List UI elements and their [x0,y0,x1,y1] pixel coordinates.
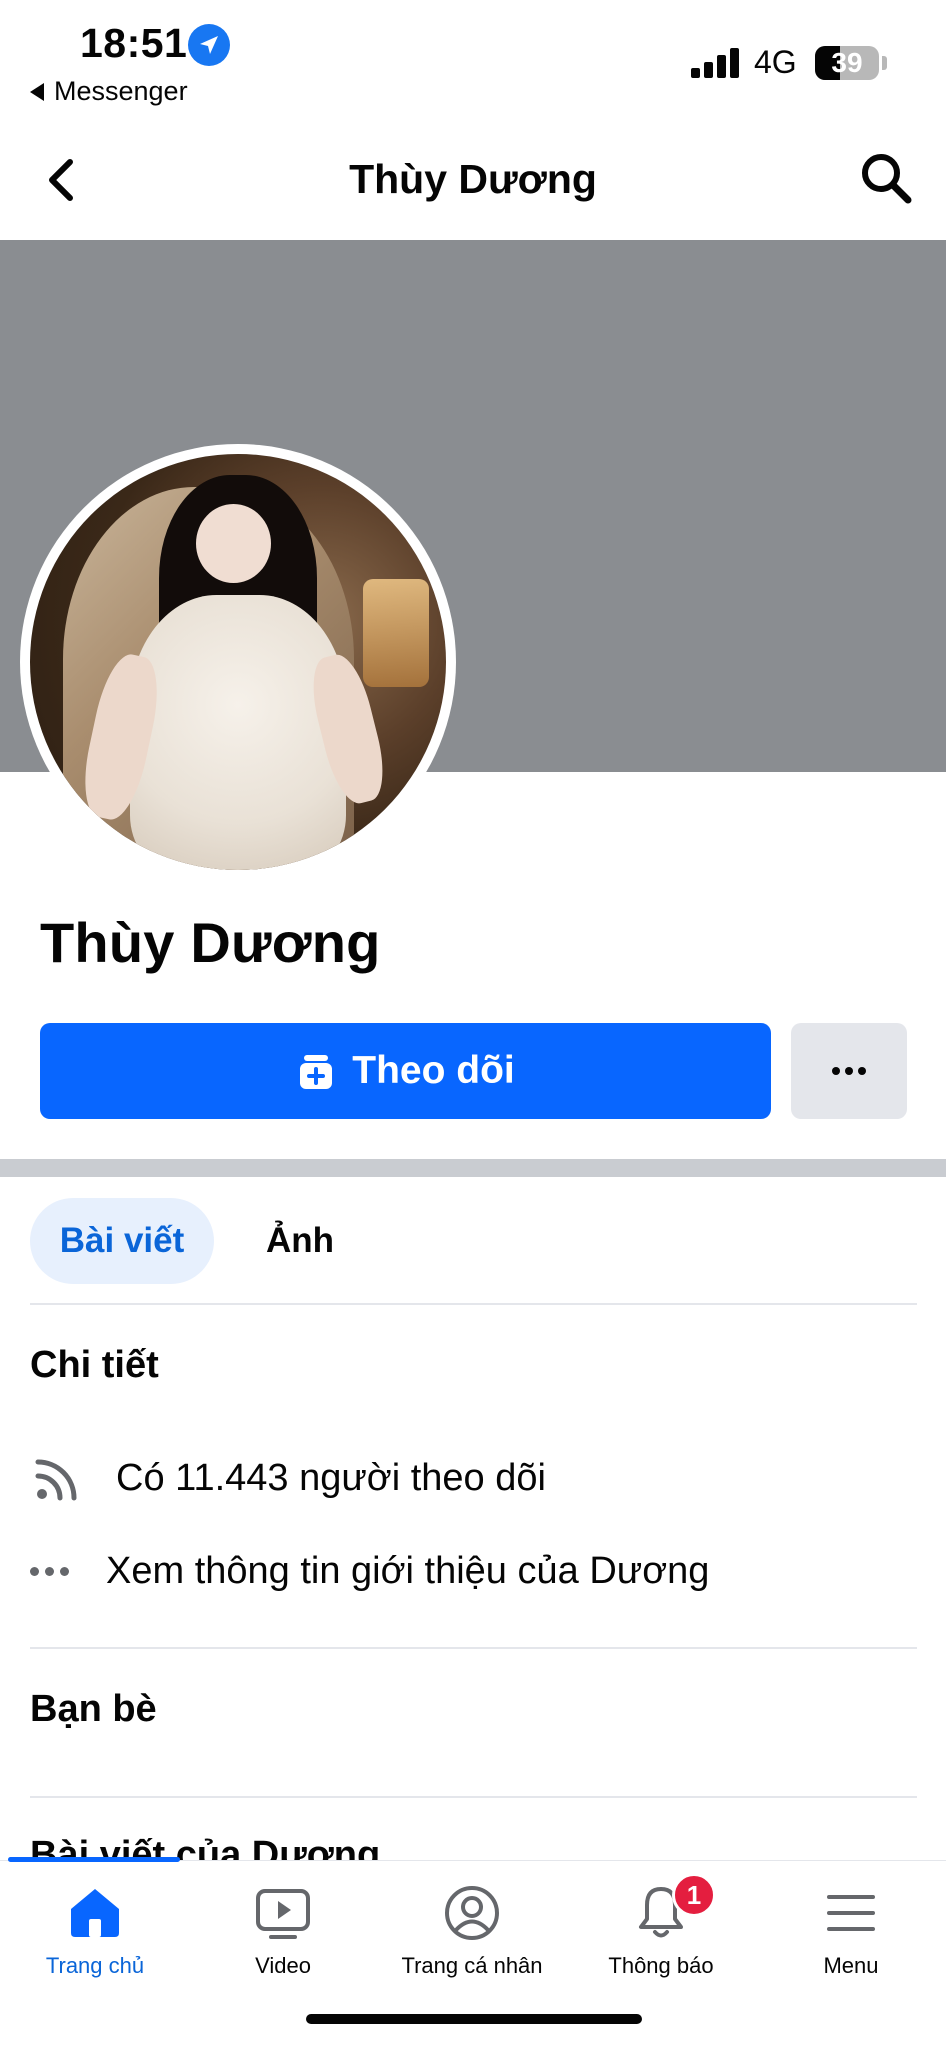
search-button[interactable] [858,150,914,206]
active-tab-indicator [8,1857,180,1862]
posts-title-text: Bài viết của Dương [30,1834,381,1860]
status-time: 18:51 [80,20,188,66]
battery-tip [882,56,887,70]
nav-home[interactable]: Trang chủ [0,1883,190,1979]
nav-video[interactable]: Video [188,1883,378,1979]
follow-label: Theo dõi [352,1049,515,1092]
divider [30,1647,917,1649]
nav-menu[interactable]: Menu [756,1883,946,1979]
profile-header: Thùy Dương [0,120,946,240]
divider [30,1796,917,1798]
nav-label: Trang cá nhân [401,1953,543,1978]
profile-name: Thùy Dương [40,911,381,974]
followers-row: Có 11.443 người theo dõi [30,1450,546,1506]
network-type: 4G [754,44,797,80]
more-dot [858,1067,866,1075]
cellular-signal-icon [691,48,739,78]
section-separator [0,1159,946,1177]
search-icon [862,154,912,204]
notification-badge: 1 [672,1873,716,1917]
tab-photos[interactable]: Ảnh [240,1198,360,1284]
friends-title: Bạn bè [30,1688,157,1730]
more-dot [832,1067,840,1075]
location-arrow-icon [188,24,230,66]
battery-icon: 39 [815,46,879,80]
about-row[interactable]: Xem thông tin giới thiệu của Dương [30,1550,709,1593]
nav-label: Thông báo [608,1953,714,1978]
home-icon [71,1889,119,1937]
nav-label: Video [255,1953,311,1978]
home-indicator [306,2014,642,2024]
header-title: Thùy Dương [349,156,597,202]
details-title: Chi tiết [30,1344,159,1386]
battery-percent: 39 [831,47,863,78]
followers-feed-icon [35,1459,77,1501]
more-dots-icon [30,1562,74,1582]
profile-avatar[interactable] [20,444,456,880]
more-dot [845,1067,853,1075]
more-options-button[interactable] [791,1023,907,1119]
menu-icon [827,1895,875,1931]
posts-section-title: Bài viết của Dương [30,1832,380,1860]
about-link-text[interactable]: Xem thông tin giới thiệu của Dương [106,1550,709,1593]
nav-profile[interactable]: Trang cá nhân [377,1883,567,1979]
follow-button[interactable]: Theo dõi [40,1023,771,1119]
nav-label: Menu [823,1953,879,1978]
avatar-photo [30,454,446,870]
video-icon [256,1889,310,1939]
nav-label: Trang chủ [45,1953,145,1978]
nav-notifications[interactable]: 1 Thông báo [566,1873,756,1979]
status-bar: 18:51 Messenger 4G 39 [0,0,946,120]
back-app-label: Messenger [54,76,188,106]
tab-posts[interactable]: Bài viết [30,1198,214,1284]
back-to-app-link[interactable]: Messenger [30,76,188,107]
follow-plus-icon [300,1055,333,1089]
profile-icon [445,1886,499,1940]
back-triangle-icon [30,82,44,101]
followers-count-text: Có 11.443 người theo dõi [116,1456,546,1499]
divider [30,1303,917,1305]
